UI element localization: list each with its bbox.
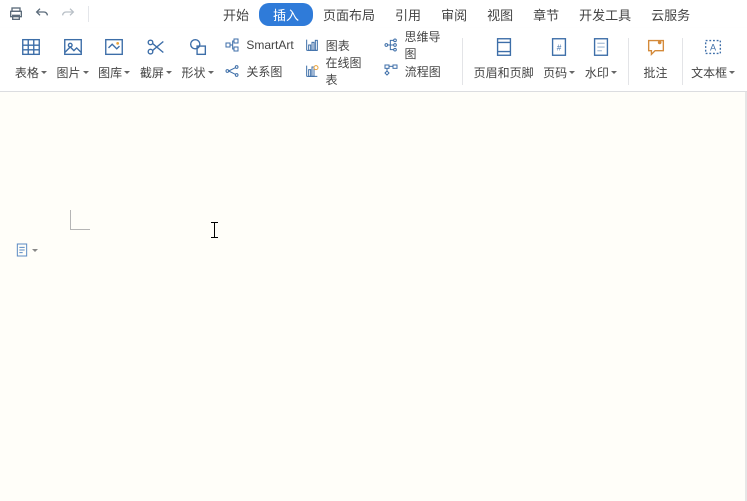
tab-bar: 开始 插入 页面布局 引用 审阅 视图 章节 开发工具 云服务: [213, 3, 700, 26]
gallery-icon: [101, 34, 127, 60]
flowchart-button[interactable]: 流程图: [377, 58, 456, 84]
relation-icon: [222, 61, 242, 81]
separator: [88, 6, 89, 22]
document-area[interactable]: [0, 92, 747, 501]
tab-review[interactable]: 审阅: [431, 3, 477, 26]
tab-insert[interactable]: 插入: [259, 3, 313, 26]
chart-label: 图表: [326, 37, 350, 54]
tab-dev[interactable]: 开发工具: [569, 3, 641, 26]
document-icon: [14, 242, 30, 258]
comment-icon: [643, 34, 669, 60]
shape-button[interactable]: 形状: [177, 32, 219, 91]
diagram-group: SmartArt 关系图 图表 在线图表 思维导图: [218, 32, 456, 91]
table-button[interactable]: 表格: [10, 32, 52, 91]
onlinechart-icon: [302, 61, 322, 81]
comment-button[interactable]: 批注: [635, 32, 677, 91]
picture-icon: [60, 34, 86, 60]
watermark-icon: [588, 34, 614, 60]
onlinechart-label: 在线图表: [325, 54, 372, 88]
picture-button[interactable]: 图片: [52, 32, 94, 91]
screenshot-label: 截屏: [140, 64, 172, 81]
gallery-button[interactable]: 图库: [93, 32, 135, 91]
table-icon: [18, 34, 44, 60]
separator: [462, 38, 463, 85]
comment-label: 批注: [644, 64, 668, 81]
headerfooter-button[interactable]: 页眉和页脚: [469, 32, 538, 91]
pagenum-icon: #: [546, 34, 572, 60]
scissors-icon: [143, 34, 169, 60]
headerfooter-label: 页眉和页脚: [474, 64, 534, 81]
headerfooter-icon: [491, 34, 517, 60]
picture-label: 图片: [57, 64, 89, 81]
watermark-button[interactable]: 水印: [580, 32, 622, 91]
chart-icon: [302, 35, 322, 55]
tab-start[interactable]: 开始: [213, 3, 259, 26]
smartart-icon: [222, 35, 242, 55]
redo-icon[interactable]: [58, 4, 78, 24]
shape-label: 形状: [182, 64, 214, 81]
textbox-button[interactable]: A 文本框: [689, 32, 737, 91]
undo-icon[interactable]: [32, 4, 52, 24]
textbox-label: 文本框: [691, 64, 735, 81]
mindmap-button[interactable]: 思维导图: [377, 32, 456, 58]
screenshot-button[interactable]: 截屏: [135, 32, 177, 91]
flowchart-label: 流程图: [405, 63, 441, 80]
separator: [628, 38, 629, 85]
tab-reference[interactable]: 引用: [385, 3, 431, 26]
print-icon[interactable]: [6, 4, 26, 24]
smartart-button[interactable]: SmartArt: [218, 32, 297, 58]
textbox-icon: A: [700, 34, 726, 60]
chevron-down-icon: [32, 249, 38, 252]
tab-view[interactable]: 视图: [477, 3, 523, 26]
table-label: 表格: [15, 64, 47, 81]
shape-icon: [185, 34, 211, 60]
flowchart-icon: [381, 61, 401, 81]
mindmap-label: 思维导图: [405, 28, 452, 62]
mindmap-icon: [381, 35, 401, 55]
gallery-label: 图库: [98, 64, 130, 81]
tab-layout[interactable]: 页面布局: [313, 3, 385, 26]
tab-chapter[interactable]: 章节: [523, 3, 569, 26]
tab-cloud[interactable]: 云服务: [641, 3, 700, 26]
ribbon-insert: 表格 图片 图库 截屏 形状 SmartArt 关系图: [0, 28, 747, 92]
svg-text:#: #: [557, 44, 562, 53]
relation-label: 关系图: [246, 63, 282, 80]
separator: [682, 38, 683, 85]
pagenum-label: 页码: [543, 64, 575, 81]
watermark-label: 水印: [585, 64, 617, 81]
pagenum-button[interactable]: # 页码: [538, 32, 580, 91]
smartart-label: SmartArt: [246, 38, 293, 52]
page-margin-corner: [70, 210, 90, 230]
navigation-pane-toggle[interactable]: [14, 242, 38, 258]
svg-text:A: A: [710, 43, 717, 53]
relation-button[interactable]: 关系图: [218, 58, 297, 84]
text-cursor: [214, 222, 215, 238]
quick-access-bar: 开始 插入 页面布局 引用 审阅 视图 章节 开发工具 云服务: [0, 0, 747, 28]
onlinechart-button[interactable]: 在线图表: [298, 58, 377, 84]
